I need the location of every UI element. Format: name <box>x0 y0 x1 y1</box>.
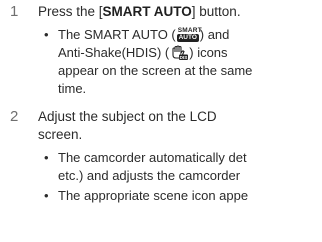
bullet-text-line: etc.) and adjusts the camcorder <box>58 168 241 183</box>
step-instruction-line: screen. <box>38 127 83 142</box>
bullet-dot: • <box>44 188 49 203</box>
step-number: 1 <box>10 3 19 20</box>
bullet-text-line: appear on the screen at the same <box>58 63 253 78</box>
smart-auto-icon: SMART AUTO <box>176 27 202 42</box>
bullet-text-line: The appropriate scene icon appe <box>58 188 249 203</box>
step-text-before: Press the [ <box>38 4 103 19</box>
step-button-name: SMART AUTO <box>102 4 192 19</box>
step-instruction: Press the [SMART AUTO] button. <box>38 3 322 21</box>
bullet-text: The SMART AUTO (SMART AUTO) and <box>58 26 322 44</box>
bullet-text-line: The camcorder automatically det <box>58 150 247 165</box>
hdis-hand-icon: DIS <box>172 45 189 60</box>
manual-page: 1 Press the [SMART AUTO] button. • The S… <box>0 0 322 242</box>
bullet-text: Anti-Shake(HDIS) ( DIS ) icons <box>58 44 322 62</box>
step-instruction-line: Adjust the subject on the LCD <box>38 109 217 124</box>
bullet-line2-end: ) icons <box>189 45 228 60</box>
bullet-line1-start: The SMART AUTO ( <box>58 27 176 42</box>
step-text-after: ] button. <box>191 4 241 19</box>
step-number: 2 <box>10 108 19 125</box>
bullet-line1-end: ) and <box>199 27 230 42</box>
hdis-icon-label: DIS <box>180 55 188 60</box>
smart-auto-icon-box: AUTO <box>176 34 199 42</box>
bullet-text-line: time. <box>58 81 87 96</box>
smart-auto-icon-top: SMART <box>177 27 202 34</box>
bullet-dot: • <box>44 150 49 165</box>
bullet-dot: • <box>44 27 49 42</box>
bullet-line2-start: Anti-Shake(HDIS) ( <box>58 45 170 60</box>
